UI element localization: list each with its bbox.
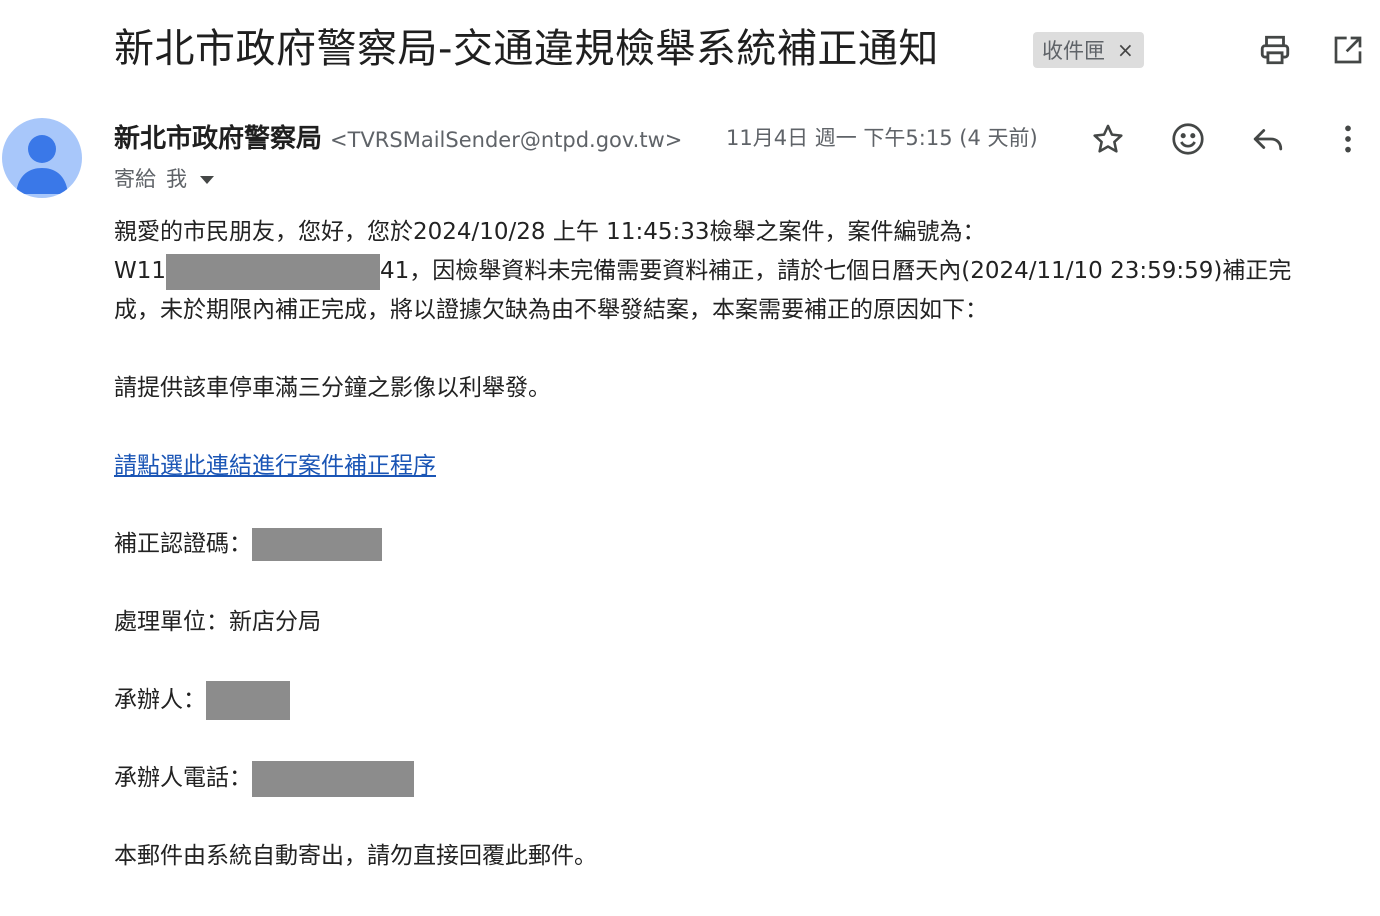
auth-code-line: 補正認證碼： <box>114 525 1376 564</box>
unit-line: 處理單位：新店分局 <box>114 603 1376 642</box>
open-in-new-window-icon[interactable] <box>1330 32 1366 68</box>
handler-phone-label: 承辦人電話： <box>114 765 252 791</box>
to-prefix: 寄給 <box>114 167 156 191</box>
caret-down-icon[interactable] <box>199 166 215 190</box>
sender-email: <TVRSMailSender@ntpd.gov.tw> <box>330 128 683 152</box>
reason-text: 請提供該車停車滿三分鐘之影像以利舉發。 <box>114 375 551 401</box>
email-body: 親愛的市民朋友，您好，您於2024/10/28 上午 11:45:33檢舉之案件… <box>114 213 1376 876</box>
case-number-suffix: 41，因檢舉資料未完備需要資料補正，請於七個日曆天內(2024/11/10 23… <box>380 258 1292 284</box>
handler-phone-line: 承辦人電話： <box>114 759 1376 798</box>
sender-line: 新北市政府警察局 <TVRSMailSender@ntpd.gov.tw> <box>114 118 682 158</box>
remove-label-button[interactable]: × <box>1117 38 1134 62</box>
emoji-smile-icon[interactable] <box>1167 118 1209 160</box>
label-chip-text: 收件匣 <box>1042 39 1105 63</box>
unit-label: 處理單位： <box>114 609 229 635</box>
unit-value: 新店分局 <box>229 609 321 635</box>
redacted-handler-phone <box>252 760 414 797</box>
greeting-line: 親愛的市民朋友，您好，您於2024/10/28 上午 11:45:33檢舉之案件… <box>114 219 986 245</box>
deadline-line: 成，未於期限內補正完成，將以證據欠缺為由不舉發結案，本案需要補正的原因如下： <box>114 297 988 323</box>
recipient-line: 寄給 我 <box>114 160 215 196</box>
label-chip-inbox[interactable]: 收件匣 × <box>1033 32 1144 68</box>
handler-label: 承辦人： <box>114 687 206 713</box>
redacted-case-number <box>166 253 381 290</box>
star-icon[interactable] <box>1087 118 1129 160</box>
to-recipient: 我 <box>166 167 187 191</box>
sender-name[interactable]: 新北市政府警察局 <box>114 118 322 155</box>
footer-text: 本郵件由系統自動寄出，請勿直接回覆此郵件。 <box>114 843 597 869</box>
redacted-handler-name <box>206 681 290 720</box>
person-avatar-icon <box>2 118 82 198</box>
case-number-prefix: W11 <box>114 258 167 284</box>
redacted-auth-code <box>252 528 382 561</box>
reply-icon[interactable] <box>1247 118 1289 160</box>
correction-link[interactable]: 請點選此連結進行案件補正程序 <box>114 453 436 479</box>
email-date: 11月4日 週一 下午5:15 (4 天前) <box>726 126 1038 150</box>
email-subject: 新北市政府警察局-交通違規檢舉系統補正通知 <box>114 26 939 72</box>
more-vertical-icon[interactable] <box>1327 118 1369 160</box>
case-number-line: W11 41，因檢舉資料未完備需要資料補正，請於七個日曆天內(2024/11/10… <box>114 252 1376 291</box>
auth-code-label: 補正認證碼： <box>114 531 252 557</box>
handler-line: 承辦人： <box>114 681 1376 720</box>
printer-icon[interactable] <box>1257 32 1293 68</box>
